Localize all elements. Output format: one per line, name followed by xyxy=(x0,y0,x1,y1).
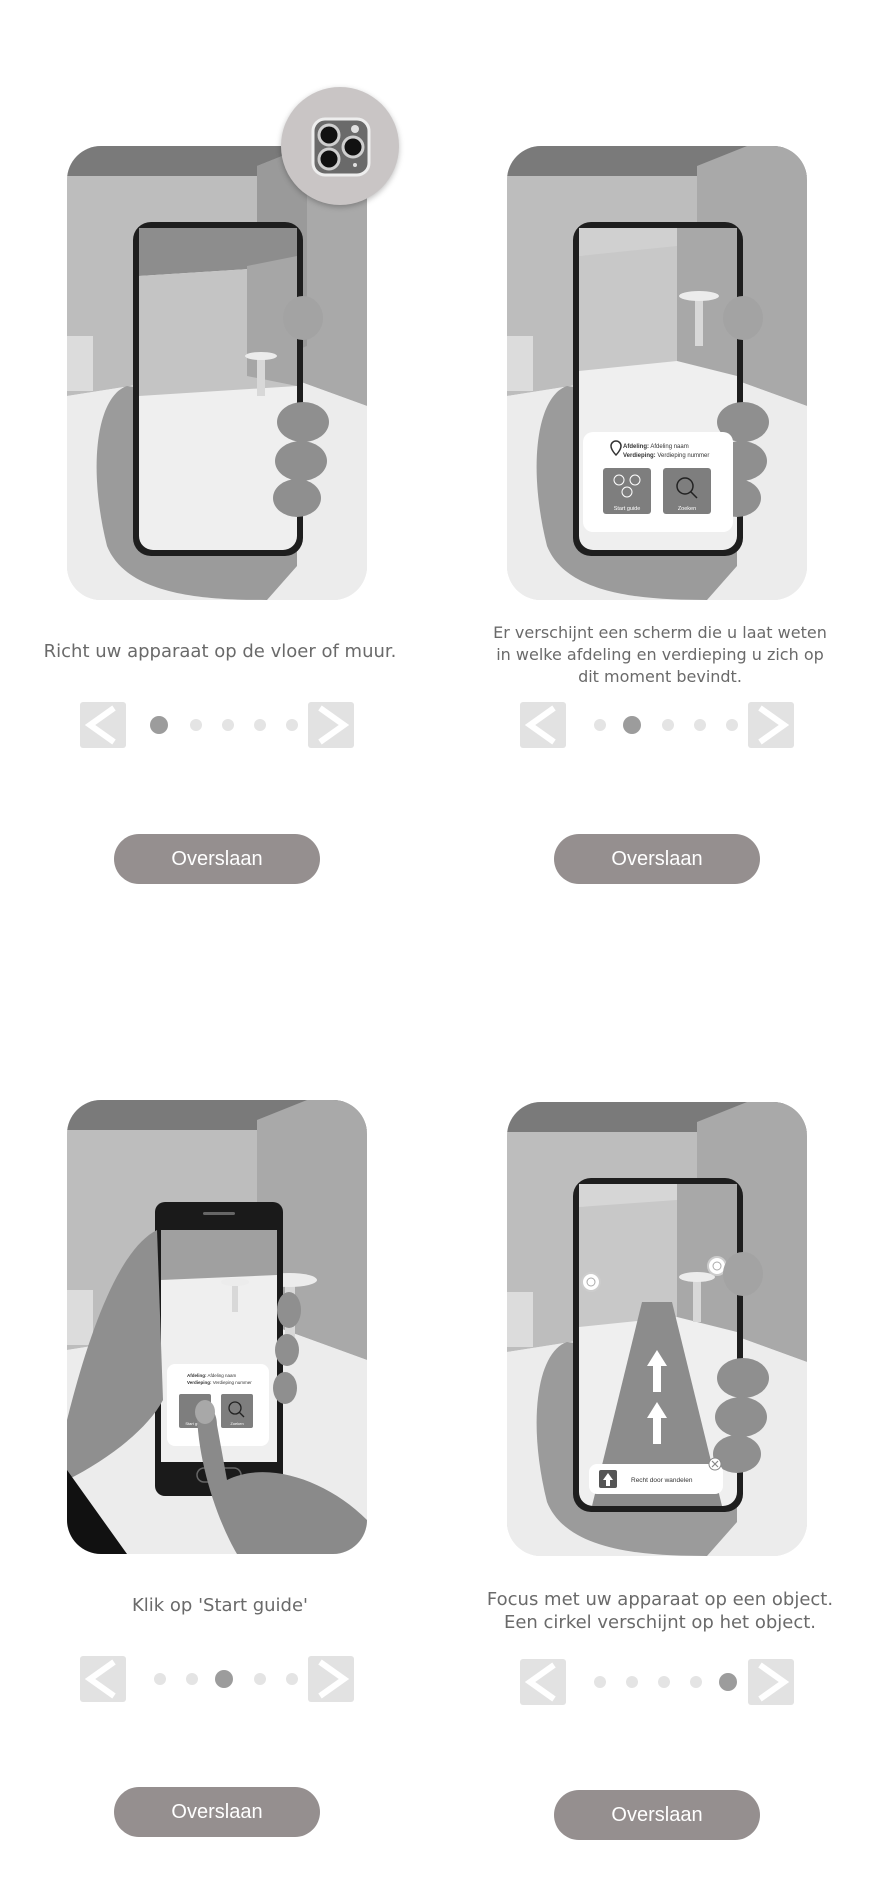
onboarding-step-3: Afdeling: Afdeling naam Verdieping: Verd… xyxy=(0,950,440,1900)
next-button[interactable] xyxy=(308,1656,354,1702)
chevron-left-icon xyxy=(524,1662,556,1702)
illustration-phone-ar-arrows: Recht door wandelen xyxy=(507,1102,807,1556)
step-caption: Richt uw apparaat op de vloer of muur. xyxy=(43,641,397,662)
camera-lens-icon xyxy=(281,87,399,205)
prev-button[interactable] xyxy=(80,702,126,748)
step-caption: Er verschijnt een scherm die u laat wete… xyxy=(493,623,827,686)
illustration-finger-tapping-start-guide: Afdeling: Afdeling naam Verdieping: Verd… xyxy=(67,1100,367,1554)
step-caption: Klik op 'Start guide' xyxy=(131,1595,309,1616)
skip-button[interactable]: Overslaan xyxy=(554,834,760,884)
page-dot-2[interactable] xyxy=(623,716,641,734)
prev-button[interactable] xyxy=(80,1656,126,1702)
page-dots xyxy=(136,1656,298,1702)
chevron-left-icon xyxy=(524,705,556,745)
chevron-left-icon xyxy=(84,705,116,745)
page-dot-5[interactable] xyxy=(286,719,298,731)
page-dots xyxy=(576,1659,738,1705)
step-caption: Focus met uw apparaat op een object. Een… xyxy=(486,1589,834,1633)
chevron-left-icon xyxy=(84,1659,116,1699)
page-dot-2[interactable] xyxy=(186,1673,198,1685)
chevron-right-icon xyxy=(758,705,790,745)
chevron-right-icon xyxy=(758,1662,790,1702)
afdeling-text: Afdeling: Afdeling naam xyxy=(187,1373,237,1378)
chevron-right-icon xyxy=(318,1659,350,1699)
page-dot-4[interactable] xyxy=(254,1673,266,1685)
chevron-right-icon xyxy=(318,705,350,745)
page-dot-1[interactable] xyxy=(594,1676,606,1688)
page-dot-3[interactable] xyxy=(662,719,674,731)
zoeken-label: Zoeken xyxy=(678,506,696,512)
next-button[interactable] xyxy=(748,702,794,748)
page-dot-2[interactable] xyxy=(626,1676,638,1688)
page-dot-3[interactable] xyxy=(222,719,234,731)
page-dot-5[interactable] xyxy=(719,1673,737,1691)
zoeken-label: Zoeken xyxy=(230,1421,243,1426)
instruction-text: Recht door wandelen xyxy=(631,1477,693,1484)
page-dot-5[interactable] xyxy=(726,719,738,731)
pagination xyxy=(520,702,794,750)
onboarding-step-2: Afdeling: Afdeling naam Verdieping: Verd… xyxy=(440,0,880,950)
page-dot-2[interactable] xyxy=(190,719,202,731)
next-button[interactable] xyxy=(308,702,354,748)
verdieping-text: Verdieping: Verdieping nummer xyxy=(187,1380,252,1385)
afdeling-text: Afdeling: Afdeling naam xyxy=(623,444,689,450)
onboarding-step-1: Richt uw apparaat op de vloer of muur. O… xyxy=(0,0,440,950)
prev-button[interactable] xyxy=(520,1659,566,1705)
illustration-phone-location-card: Afdeling: Afdeling naam Verdieping: Verd… xyxy=(507,146,807,600)
page-dot-1[interactable] xyxy=(594,719,606,731)
next-button[interactable] xyxy=(748,1659,794,1705)
page-dots xyxy=(136,702,298,748)
page-dot-4[interactable] xyxy=(690,1676,702,1688)
prev-button[interactable] xyxy=(520,702,566,748)
page-dot-1[interactable] xyxy=(150,716,168,734)
page-dots xyxy=(576,702,738,748)
page-dot-3[interactable] xyxy=(215,1670,233,1688)
verdieping-text: Verdieping: Verdieping nummer xyxy=(623,453,709,459)
skip-button[interactable]: Overslaan xyxy=(114,834,320,884)
page-dot-3[interactable] xyxy=(658,1676,670,1688)
page-dot-4[interactable] xyxy=(694,719,706,731)
pagination xyxy=(520,1659,794,1707)
illustration-phone-pointing-at-floor xyxy=(67,146,367,600)
page-dot-1[interactable] xyxy=(154,1673,166,1685)
page-dot-5[interactable] xyxy=(286,1673,298,1685)
pagination xyxy=(80,1656,354,1704)
skip-button[interactable]: Overslaan xyxy=(554,1790,760,1840)
page-dot-4[interactable] xyxy=(254,719,266,731)
onboarding-step-4: Recht door wandelen Focus met uw apparaa… xyxy=(440,950,880,1900)
pagination xyxy=(80,702,354,750)
skip-button[interactable]: Overslaan xyxy=(114,1787,320,1837)
start-guide-label: Start guide xyxy=(614,506,641,512)
